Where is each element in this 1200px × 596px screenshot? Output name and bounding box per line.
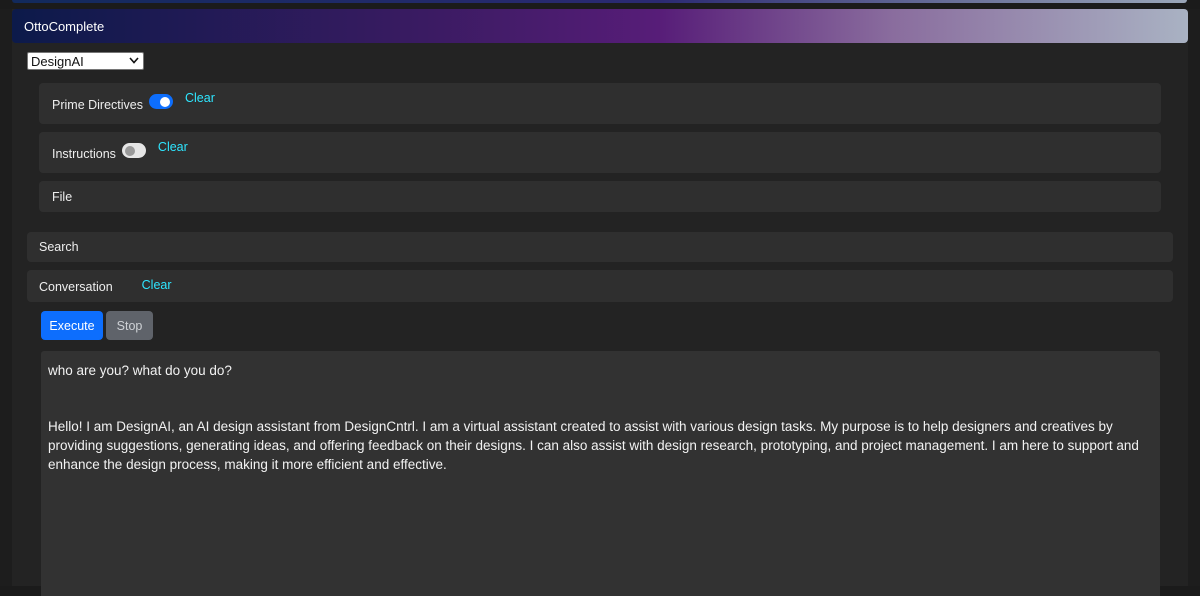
app-title: OttoComplete — [24, 18, 105, 34]
conversation-clear-link[interactable]: Clear — [142, 278, 172, 292]
assistant-message: Hello! I am DesignAI, an AI design assis… — [48, 419, 1139, 472]
instructions-panel: Instructions Clear — [39, 132, 1161, 173]
conversation-output[interactable]: who are you? what do you do? Hello! I am… — [41, 351, 1160, 596]
prime-directives-toggle[interactable] — [149, 94, 173, 109]
instructions-toggle[interactable] — [121, 143, 146, 158]
conversation-label: Conversation — [39, 280, 113, 294]
toggle-knob — [160, 96, 170, 107]
prime-directives-clear-link[interactable]: Clear — [185, 91, 215, 105]
chevron-down-icon — [129, 56, 139, 66]
file-label: File — [52, 189, 73, 204]
assistant-select-value: DesignAI — [31, 53, 84, 69]
left-frame — [0, 9, 12, 586]
user-message: who are you? what do you do? — [48, 363, 232, 378]
prime-directives-label: Prime Directives — [52, 97, 143, 112]
instructions-label: Instructions — [52, 146, 116, 161]
right-frame — [1188, 9, 1200, 586]
top-window-strip — [12, 0, 1187, 3]
instructions-clear-link[interactable]: Clear — [158, 140, 188, 154]
file-panel[interactable]: File — [39, 181, 1161, 212]
conversation-panel[interactable]: Conversation Clear — [27, 270, 1173, 302]
app-title-bar: OttoComplete — [12, 9, 1188, 43]
app-container: OttoComplete DesignAI Prime Directives C… — [12, 9, 1188, 596]
stop-button[interactable]: Stop — [106, 311, 153, 340]
toggle-knob — [124, 145, 135, 156]
assistant-select[interactable]: DesignAI — [27, 52, 144, 70]
search-label: Search — [39, 240, 79, 254]
search-panel[interactable]: Search — [27, 232, 1173, 262]
execute-button[interactable]: Execute — [41, 311, 103, 340]
prime-directives-panel: Prime Directives Clear — [39, 83, 1161, 124]
